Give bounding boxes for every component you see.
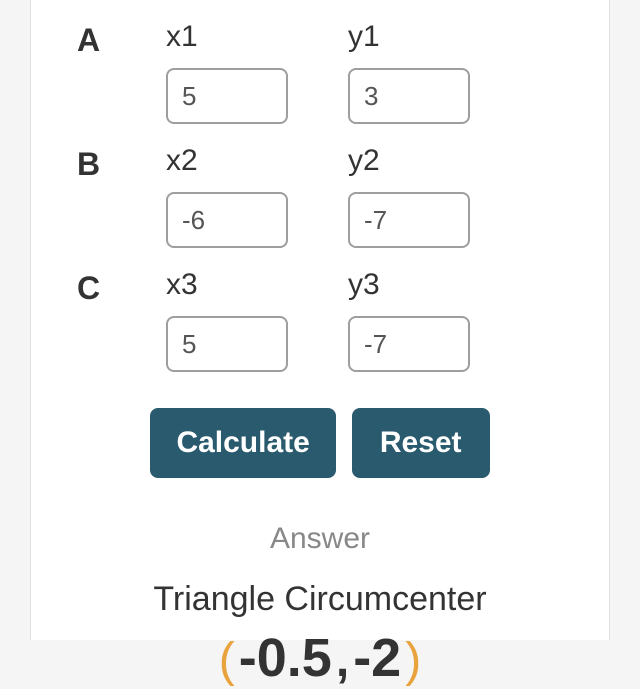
input-x3[interactable]	[166, 316, 288, 372]
input-x2[interactable]	[166, 192, 288, 248]
input-y2[interactable]	[348, 192, 470, 248]
result-y: -2	[353, 627, 401, 689]
point-row-b: B x2 y2	[31, 134, 609, 258]
label-x2: x2	[166, 144, 348, 178]
label-x1: x1	[166, 20, 348, 54]
coord-group-x1: x1	[166, 20, 348, 124]
point-label-a: A	[31, 20, 166, 59]
label-y3: y3	[348, 268, 530, 302]
paren-close-icon: )	[405, 633, 421, 688]
point-row-c: C x3 y3	[31, 258, 609, 382]
result-x: -0.5	[239, 627, 332, 689]
coord-group-x2: x2	[166, 144, 348, 248]
point-label-c: C	[31, 268, 166, 307]
point-label-b: B	[31, 144, 166, 183]
result-comma: ,	[336, 633, 349, 688]
input-y3[interactable]	[348, 316, 470, 372]
button-row: Calculate Reset	[31, 382, 609, 494]
calculator-panel: A x1 y1 B x2 y2 C x3 y3 Calcu	[30, 0, 610, 640]
coord-group-y2: y2	[348, 144, 530, 248]
result-value: ( -0.5 , -2 )	[31, 627, 609, 689]
input-x1[interactable]	[166, 68, 288, 124]
input-y1[interactable]	[348, 68, 470, 124]
label-y2: y2	[348, 144, 530, 178]
paren-open-icon: (	[219, 633, 235, 688]
calculate-button[interactable]: Calculate	[150, 408, 335, 478]
label-y1: y1	[348, 20, 530, 54]
answer-section: Answer Triangle Circumcenter ( -0.5 , -2…	[31, 494, 609, 689]
point-row-a: A x1 y1	[31, 10, 609, 134]
label-x3: x3	[166, 268, 348, 302]
coord-group-y3: y3	[348, 268, 530, 372]
coord-group-y1: y1	[348, 20, 530, 124]
answer-label: Answer	[31, 522, 609, 556]
result-title: Triangle Circumcenter	[31, 580, 609, 619]
coord-group-x3: x3	[166, 268, 348, 372]
reset-button[interactable]: Reset	[352, 408, 490, 478]
